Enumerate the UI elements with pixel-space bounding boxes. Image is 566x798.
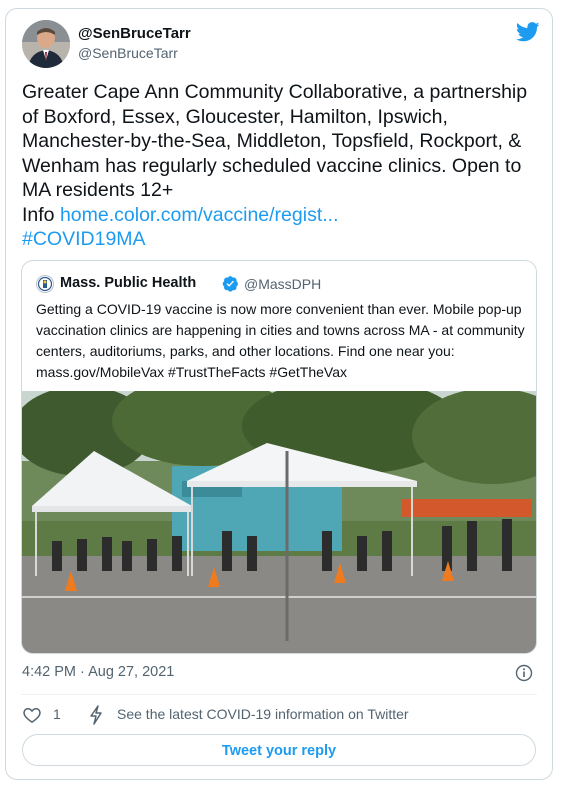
author-handle[interactable]: @SenBruceTarr <box>78 45 178 61</box>
like-count: 1 <box>53 706 61 722</box>
tweet-timestamp[interactable]: 4:42 PM · Aug 27, 2021 <box>22 664 174 680</box>
vaccine-registration-link[interactable]: home.color.com/vaccine/regist... <box>60 204 339 226</box>
quoted-tweet[interactable]: Mass. Public Health @MassDPH Getting a C… <box>21 260 537 654</box>
lightning-bolt-icon <box>90 705 102 725</box>
mass-dph-avatar <box>36 275 54 293</box>
covid-info-link[interactable]: See the latest COVID-19 information on T… <box>117 706 409 722</box>
verified-badge-icon <box>222 276 238 292</box>
info-icon[interactable] <box>515 664 533 682</box>
tweet-reply-button[interactable]: Tweet your reply <box>22 734 536 766</box>
info-prefix: Info <box>22 203 60 226</box>
quoted-tweet-text: Getting a COVID-19 vaccine is now more c… <box>36 301 525 380</box>
heart-icon[interactable] <box>22 705 42 725</box>
vaccination-clinic-tents-photo-icon[interactable] <box>22 391 536 653</box>
mass-seal-icon <box>37 276 53 292</box>
twitter-bird-icon[interactable] <box>516 22 540 42</box>
quoted-author-name: Mass. Public Health <box>60 275 197 291</box>
tweet-text: Greater Cape Ann Community Collaborative… <box>22 81 528 201</box>
quoted-author-handle: @MassDPH <box>244 276 322 292</box>
profile-photo-icon <box>22 20 70 68</box>
author-avatar[interactable] <box>22 20 70 68</box>
hashtag-link[interactable]: #COVID19MA <box>22 228 146 250</box>
tweet-body: Greater Cape Ann Community Collaborative… <box>22 80 537 252</box>
author-name[interactable]: @SenBruceTarr <box>78 25 191 42</box>
divider <box>21 694 537 695</box>
